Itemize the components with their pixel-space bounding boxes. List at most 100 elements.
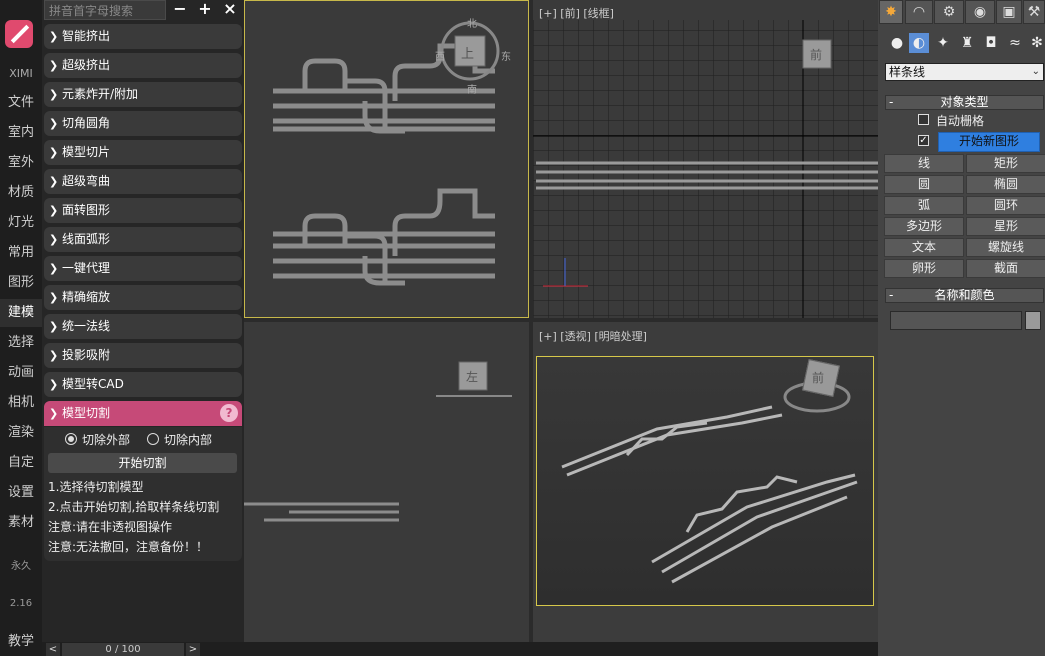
viewport-left[interactable]: 左 (244, 322, 529, 642)
chevron-right-icon: ❯ (49, 175, 59, 188)
hierarchy-tab-icon[interactable]: ⚙ (934, 0, 964, 24)
menu-item[interactable]: ❯ 切角圆角 (44, 111, 242, 136)
shape-ngon-button[interactable]: 多边形 (884, 217, 964, 236)
shape-helix-button[interactable]: 螺旋线 (966, 238, 1045, 257)
menu-item[interactable]: ❯ 超级挤出 (44, 53, 242, 78)
viewport-front[interactable]: [+] [前] [线框] 前 (533, 0, 878, 318)
systems-icon[interactable]: ✻ (1027, 33, 1045, 53)
viewport-front-label[interactable]: [+] [前] [线框] (539, 5, 614, 21)
shape-egg-button[interactable]: 卵形 (884, 259, 964, 278)
rollout-object-type[interactable]: - 对象类型 (885, 95, 1044, 110)
modify-tab-icon[interactable]: ◠ (905, 0, 933, 24)
shape-circle-button[interactable]: 圆 (884, 175, 964, 194)
menu-item[interactable]: ❯ 智能挤出 (44, 24, 242, 49)
menu-item-label: 投影吸附 (62, 348, 111, 362)
rail-item-settings[interactable]: 设置 (0, 479, 42, 507)
start-cut-button[interactable]: 开始切割 (48, 453, 237, 473)
viewport-persp-label[interactable]: [+] [透视] [明暗处理] (539, 328, 647, 344)
menu-item-label: 模型切割 (62, 406, 111, 420)
menu-item-model-cut[interactable]: ❯ 模型切割? (44, 401, 242, 426)
help-icon[interactable]: ? (220, 404, 238, 422)
menu-item[interactable]: ❯ 投影吸附 (44, 343, 242, 368)
shape-arc-button[interactable]: 弧 (884, 196, 964, 215)
instruction-2: 2.点击开始切割,拾取样条线切割 (48, 500, 220, 514)
radio-cut-outer[interactable] (65, 433, 77, 445)
rail-item-assets[interactable]: 素材 (0, 509, 42, 537)
shape-line-button[interactable]: 线 (884, 154, 964, 173)
shape-text-button[interactable]: 文本 (884, 238, 964, 257)
chevron-right-icon: ❯ (49, 30, 59, 43)
helpers-icon[interactable]: ◘ (981, 33, 1001, 53)
motion-tab-icon[interactable]: ◉ (965, 0, 995, 24)
category-dropdown[interactable]: 样条线 ⌄ (885, 63, 1044, 81)
rail-item-custom[interactable]: 自定 (0, 449, 42, 477)
start-new-shape-checkbox[interactable]: ✓ (918, 135, 929, 146)
rail-item-shape[interactable]: 图形 (0, 269, 42, 297)
timeline-prev-button[interactable]: < (46, 643, 60, 656)
shape-section-button[interactable]: 截面 (966, 259, 1045, 278)
menu-item[interactable]: ❯ 超级弯曲 (44, 169, 242, 194)
warning-2: 注意:无法撤回，注意备份！！ (48, 540, 209, 554)
rail-item-material[interactable]: 材质 (0, 179, 42, 207)
collapse-button[interactable]: − (170, 0, 190, 20)
menu-item-label: 切角圆角 (62, 116, 111, 130)
chevron-right-icon: ❯ (49, 204, 59, 217)
rail-item-render[interactable]: 渲染 (0, 419, 42, 447)
auto-grid-checkbox[interactable] (918, 114, 929, 125)
viewcube-face-label: 前 (810, 48, 823, 62)
close-button[interactable]: × (220, 0, 240, 20)
menu-item[interactable]: ❯ 精确缩放 (44, 285, 242, 310)
menu-item[interactable]: ❯ 面转图形 (44, 198, 242, 223)
viewcube-face-label: 上 (461, 47, 475, 62)
menu-item[interactable]: ❯ 模型切片 (44, 140, 242, 165)
chevron-down-icon: ⌄ (1031, 66, 1040, 77)
geometry-icon[interactable]: ● (887, 33, 907, 53)
menu-item[interactable]: ❯ 元素炸开/附加 (44, 82, 242, 107)
rollout-name-color[interactable]: - 名称和颜色 (885, 288, 1044, 303)
shape-donut-button[interactable]: 圆环 (966, 196, 1045, 215)
rail-item-select[interactable]: 选择 (0, 329, 42, 357)
instruction-1: 1.选择待切割模型 (48, 480, 144, 494)
cameras-icon[interactable]: ♜ (957, 33, 977, 53)
shape-rectangle-button[interactable]: 矩形 (966, 154, 1045, 173)
display-tab-icon[interactable]: ▣ (996, 0, 1022, 24)
search-input[interactable]: 拼音首字母搜索 (44, 0, 166, 20)
menu-item-label: 智能挤出 (62, 29, 111, 43)
radio-cut-inner-label: 切除内部 (164, 433, 213, 447)
rail-item-camera[interactable]: 相机 (0, 389, 42, 417)
timeline-slider[interactable]: 0 / 100 (62, 643, 184, 656)
spacewarps-icon[interactable]: ≈ (1005, 33, 1025, 53)
timeline-next-button[interactable]: > (186, 643, 200, 656)
rail-item-modeling[interactable]: 建模 (0, 299, 42, 327)
lights-icon[interactable]: ✦ (933, 33, 953, 53)
shape-ellipse-button[interactable]: 椭圆 (966, 175, 1045, 194)
menu-item[interactable]: ❯ 一键代理 (44, 256, 242, 281)
create-tab-icon[interactable]: ✸ (879, 0, 903, 24)
rail-item-indoor[interactable]: 室内 (0, 119, 42, 147)
shapes-icon[interactable]: ◐ (909, 33, 929, 53)
menu-item[interactable]: ❯ 统一法线 (44, 314, 242, 339)
rail-item-file[interactable]: 文件 (0, 89, 42, 117)
rail-item-light[interactable]: 灯光 (0, 209, 42, 237)
viewport-top[interactable]: 上 北 西 东 南 (244, 0, 529, 318)
expand-button[interactable]: + (195, 0, 215, 20)
menu-item[interactable]: ❯ 线面弧形 (44, 227, 242, 252)
menu-item-label: 超级弯曲 (62, 174, 111, 188)
start-new-shape-button[interactable]: 开始新图形 (938, 132, 1040, 152)
rail-item-outdoor[interactable]: 室外 (0, 149, 42, 177)
object-color-swatch[interactable] (1025, 311, 1041, 330)
app-logo (5, 20, 33, 48)
viewcube-face-label: 左 (466, 370, 479, 384)
rail-item-tutorial[interactable]: 教学 (0, 628, 42, 656)
shape-star-button[interactable]: 星形 (966, 217, 1045, 236)
chevron-down-icon: ❯ (49, 407, 59, 420)
radio-cut-inner[interactable] (147, 433, 159, 445)
rail-item-animation[interactable]: 动画 (0, 359, 42, 387)
chevron-right-icon: ❯ (49, 320, 59, 333)
menu-item[interactable]: ❯ 模型转CAD (44, 372, 242, 397)
chevron-right-icon: ❯ (49, 378, 59, 391)
viewport-perspective[interactable]: [+] [透视] [明暗处理] 前 (533, 322, 878, 642)
utilities-tab-icon[interactable]: ⚒ (1023, 0, 1045, 24)
object-name-input[interactable] (890, 311, 1022, 330)
rail-item-common[interactable]: 常用 (0, 239, 42, 267)
